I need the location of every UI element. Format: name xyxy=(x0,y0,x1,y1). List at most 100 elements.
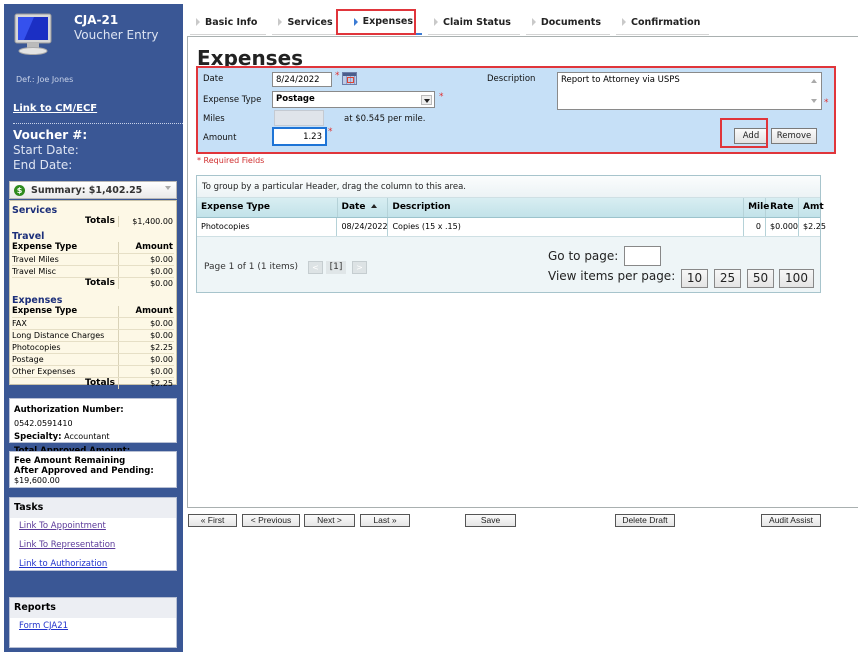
link-form-cja21[interactable]: Form CJA21 xyxy=(10,618,176,637)
pager-current-page[interactable]: [1] xyxy=(326,261,346,274)
date-input[interactable] xyxy=(272,72,332,87)
col-expense-type: Expense Type xyxy=(12,306,78,316)
expense-row: Photocopies $2.25 xyxy=(12,342,174,354)
wizard-tabs: Basic Info Services Expenses Claim Statu… xyxy=(190,14,715,35)
tab-documents[interactable]: Documents xyxy=(525,14,610,35)
required-fields-note: * Required Fields xyxy=(197,156,265,165)
goto-page-input[interactable] xyxy=(624,246,661,266)
amount-input[interactable] xyxy=(272,127,327,146)
defendant-name: Def.: Joe Jones xyxy=(16,75,74,84)
goto-page-label: Go to page: xyxy=(548,249,619,263)
cell-date: 08/24/2022 xyxy=(337,218,389,236)
cell-expense-type: Photocopies xyxy=(197,218,338,236)
calendar-icon[interactable] xyxy=(342,72,357,85)
grid-header: Expense Type Date Description Mile Rate … xyxy=(197,198,824,218)
expense-type-label: Expense Type xyxy=(203,95,262,105)
first-button[interactable]: « First xyxy=(188,514,237,527)
travel-row: Travel Miles $0.00 xyxy=(12,254,174,266)
monitor-icon xyxy=(14,13,52,55)
delete-draft-button[interactable]: Delete Draft xyxy=(615,514,675,527)
expense-amount: $0.00 xyxy=(118,318,174,329)
table-row[interactable]: Photocopies 08/24/2022 Copies (15 x .15)… xyxy=(197,218,826,237)
page-size-25[interactable]: 25 xyxy=(714,269,741,288)
expense-amount: $0.00 xyxy=(118,366,174,377)
col-amt[interactable]: Amt xyxy=(799,198,824,217)
auth-number: 0542.0591410 xyxy=(14,419,73,428)
app-subtitle: Voucher Entry xyxy=(74,28,159,42)
link-representation[interactable]: Link To Representation xyxy=(10,537,176,556)
expense-row: FAX $0.00 xyxy=(12,318,174,330)
summary-dropdown[interactable]: $ Summary: $1,402.25 xyxy=(9,181,177,199)
tab-basic-info[interactable]: Basic Info xyxy=(190,14,267,35)
expense-amount: $0.00 xyxy=(118,354,174,365)
travel-title: Travel xyxy=(12,231,45,242)
expense-type: Other Expenses xyxy=(12,367,76,376)
col-date[interactable]: Date xyxy=(338,198,389,217)
page-size-100[interactable]: 100 xyxy=(779,269,814,288)
cell-description: Copies (15 x .15) xyxy=(388,218,745,236)
description-value: Report to Attorney via USPS xyxy=(561,75,680,85)
expense-type: Postage xyxy=(12,355,44,364)
link-cmecf[interactable]: Link to CM/ECF xyxy=(13,103,97,114)
divider xyxy=(13,123,183,124)
pager-info: Page 1 of 1 (1 items) xyxy=(204,262,298,272)
annotation-highlight-add xyxy=(720,118,768,148)
tab-confirmation[interactable]: Confirmation xyxy=(615,14,710,35)
required-marker: * xyxy=(824,98,829,108)
expenses-grid: To group by a particular Header, drag th… xyxy=(196,175,826,293)
cell-mile: 0 xyxy=(744,218,767,236)
scroll-down-icon xyxy=(811,99,817,103)
expense-type: Photocopies xyxy=(12,343,61,352)
arrow-right-icon xyxy=(621,18,626,26)
miles-input[interactable] xyxy=(274,110,324,126)
col-expense-type[interactable]: Expense Type xyxy=(197,198,338,217)
col-description[interactable]: Description xyxy=(388,198,745,217)
annotation-highlight-tab xyxy=(336,9,416,35)
description-textarea[interactable]: Report to Attorney via USPS xyxy=(557,72,822,110)
services-totals-row: Totals $1,400.00 xyxy=(12,216,174,227)
start-date-label: Start Date: xyxy=(13,143,79,157)
voucher-number-label: Voucher #: xyxy=(13,128,88,142)
expense-row: Long Distance Charges $0.00 xyxy=(12,330,174,342)
auth-number-label: Authorization Number: xyxy=(14,405,124,415)
expense-amount: $2.25 xyxy=(118,342,174,353)
pager-next-button[interactable]: > xyxy=(352,261,367,274)
group-by-area[interactable]: To group by a particular Header, drag th… xyxy=(197,176,820,198)
col-expense-type: Expense Type xyxy=(12,242,78,252)
link-appointment[interactable]: Link To Appointment xyxy=(10,518,176,537)
last-button[interactable]: Last » xyxy=(360,514,410,527)
save-button[interactable]: Save xyxy=(465,514,516,527)
expense-type-select[interactable]: Postage xyxy=(272,91,435,108)
expense-type: Long Distance Charges xyxy=(12,331,105,340)
expenses-total: $2.25 xyxy=(118,378,174,389)
amount-label: Amount xyxy=(203,133,237,143)
page-size-10[interactable]: 10 xyxy=(681,269,708,288)
textarea-scrollbar[interactable] xyxy=(809,75,819,107)
tab-label: Documents xyxy=(540,16,601,28)
arrow-right-icon xyxy=(196,18,200,26)
travel-total: $0.00 xyxy=(118,278,174,289)
expense-amount: $0.00 xyxy=(118,330,174,341)
col-mile[interactable]: Mile xyxy=(744,198,769,217)
page-size-50[interactable]: 50 xyxy=(747,269,774,288)
services-title: Services xyxy=(12,205,58,216)
travel-totals-row: Totals $0.00 xyxy=(12,278,174,289)
fee-remaining-value: $19,600.00 xyxy=(14,476,60,485)
sort-ascending-icon xyxy=(371,204,378,208)
expenses-header: Expense Type Amount xyxy=(12,306,174,318)
chevron-down-icon xyxy=(165,186,171,190)
tab-services[interactable]: Services xyxy=(272,14,342,35)
link-authorization[interactable]: Link to Authorization xyxy=(10,556,176,575)
tab-label: Basic Info xyxy=(205,16,258,28)
tab-claim-status[interactable]: Claim Status xyxy=(428,14,520,35)
pager-prev-button[interactable]: < xyxy=(308,261,323,274)
col-rate[interactable]: Rate xyxy=(766,198,799,217)
fee-remaining-info: Fee Amount Remaining After Approved and … xyxy=(9,451,177,488)
audit-assist-button[interactable]: Audit Assist xyxy=(761,514,821,527)
mileage-rate-text: at $0.545 per mile. xyxy=(344,114,426,124)
specialty-label: Specialty: xyxy=(14,432,62,442)
next-button[interactable]: Next > xyxy=(304,514,355,527)
cell-rate: $0.000 xyxy=(766,218,800,236)
previous-button[interactable]: < Previous xyxy=(242,514,300,527)
remove-button[interactable]: Remove xyxy=(771,128,817,144)
